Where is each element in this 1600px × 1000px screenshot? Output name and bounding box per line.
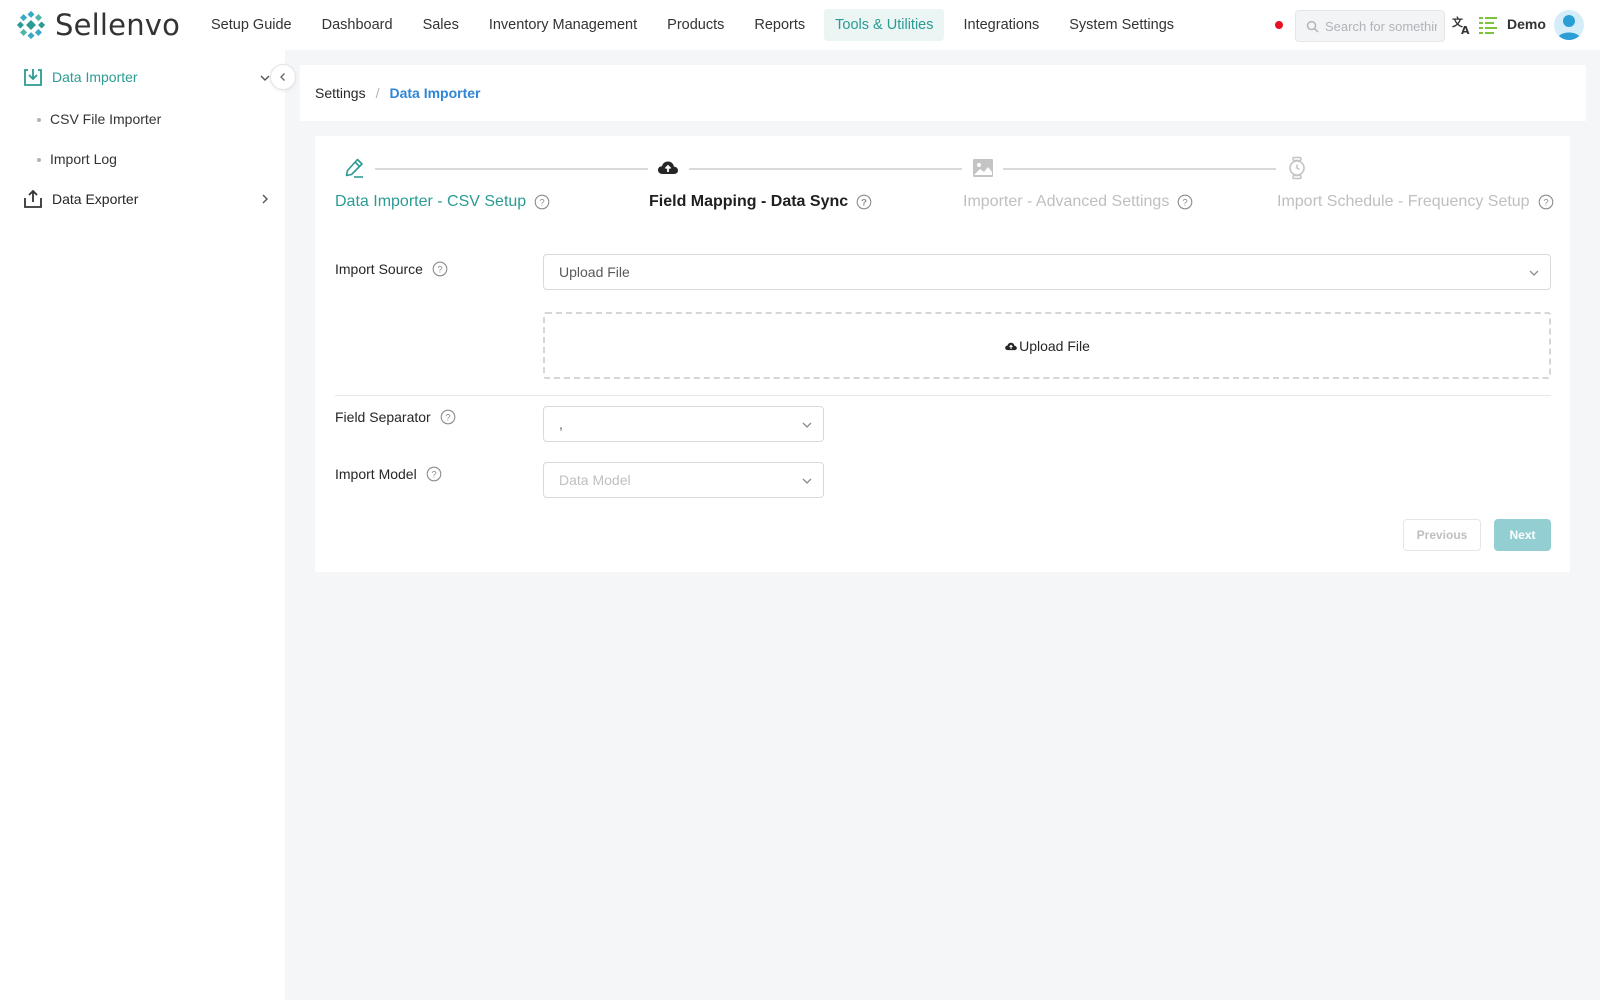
nav-sales[interactable]: Sales <box>412 9 470 41</box>
bullet-dot <box>37 158 41 162</box>
top-bar: Sellenvo Setup Guide Dashboard Sales Inv… <box>0 0 1600 50</box>
help-icon[interactable]: ? <box>856 194 872 210</box>
logo-icon <box>16 10 46 40</box>
field-separator-select[interactable]: , <box>543 406 824 442</box>
notification-dot <box>1275 21 1283 29</box>
svg-text:?: ? <box>861 198 867 209</box>
help-icon[interactable]: ? <box>440 409 456 425</box>
sidebar-group-data-exporter[interactable]: Data Exporter <box>0 179 285 219</box>
step-1-title[interactable]: Data Importer - CSV Setup ? <box>335 193 550 211</box>
sidebar-item-csv-file-importer[interactable]: CSV File Importer <box>0 101 285 137</box>
form-label-text: Field Separator <box>335 409 431 425</box>
step-title-text: Import Schedule - Frequency Setup <box>1277 193 1530 210</box>
nav-system-settings[interactable]: System Settings <box>1058 9 1185 41</box>
global-search[interactable] <box>1295 10 1445 42</box>
svg-text:?: ? <box>1183 198 1188 209</box>
form-label-text: Import Model <box>335 466 417 482</box>
list-view-icon[interactable] <box>1477 14 1499 36</box>
nav-inventory-management[interactable]: Inventory Management <box>478 9 648 41</box>
collapse-sidebar-button[interactable] <box>270 64 296 90</box>
import-model-select[interactable]: Data Model <box>543 462 824 498</box>
brand-logo[interactable]: Sellenvo <box>13 6 180 44</box>
nav-setup-guide[interactable]: Setup Guide <box>200 9 303 41</box>
avatar[interactable] <box>1554 10 1584 40</box>
step-title-text: Importer - Advanced Settings <box>963 193 1170 210</box>
main-nav: Setup Guide Dashboard Sales Inventory Ma… <box>200 9 1193 41</box>
previous-button[interactable]: Previous <box>1403 519 1481 551</box>
svg-text:?: ? <box>1543 198 1548 209</box>
chevron-left-icon <box>280 73 285 81</box>
brand-name: Sellenvo <box>55 8 181 42</box>
importer-card: Data Importer - CSV Setup ? Field Mappin… <box>315 136 1570 572</box>
search-icon <box>1306 20 1319 32</box>
chevron-down-icon <box>802 478 812 484</box>
sidebar-group-data-importer[interactable]: Data Importer <box>0 57 285 97</box>
step-3-title[interactable]: Importer - Advanced Settings ? <box>963 193 1193 211</box>
select-placeholder: Data Model <box>559 472 631 488</box>
chevron-right-icon <box>262 194 268 204</box>
nav-tools-utilities[interactable]: Tools & Utilities <box>824 9 945 41</box>
search-input[interactable] <box>1325 18 1437 34</box>
nav-reports[interactable]: Reports <box>743 9 816 41</box>
sidebar-item-label: CSV File Importer <box>50 111 162 127</box>
step-title-text: Data Importer - CSV Setup <box>335 193 527 210</box>
upload-file-label: Upload File <box>1019 337 1090 354</box>
translate-icon[interactable]: 文 A <box>1451 14 1473 36</box>
select-value: , <box>559 416 563 432</box>
chevron-down-icon <box>802 422 812 428</box>
svg-text:A: A <box>1461 24 1470 36</box>
chevron-down-icon <box>1529 270 1539 276</box>
breadcrumb-separator: / <box>375 85 380 101</box>
help-icon[interactable]: ? <box>432 261 448 277</box>
svg-text:?: ? <box>540 198 545 209</box>
sidebar-item-label: Import Log <box>50 151 117 167</box>
breadcrumb-settings[interactable]: Settings <box>315 85 366 101</box>
import-model-label: Import Model ? <box>335 466 442 482</box>
bullet-dot <box>37 118 41 122</box>
sidebar: Data Importer CSV File Importer Import L… <box>0 50 285 1000</box>
help-icon[interactable]: ? <box>426 466 442 482</box>
cloud-upload-icon <box>658 161 678 174</box>
select-value: Upload File <box>559 264 630 280</box>
step-connector <box>689 168 962 170</box>
form-divider <box>335 395 1551 396</box>
upload-tray-icon <box>24 189 42 208</box>
download-tray-icon <box>24 69 42 86</box>
watch-icon <box>1289 156 1305 180</box>
step-title-text: Field Mapping - Data Sync <box>649 193 849 210</box>
field-separator-label: Field Separator ? <box>335 409 456 425</box>
user-name[interactable]: Demo <box>1507 16 1546 32</box>
step-connector <box>375 168 648 170</box>
sidebar-group-label: Data Importer <box>52 69 138 85</box>
svg-text:?: ? <box>445 413 450 424</box>
import-source-label: Import Source ? <box>335 261 448 277</box>
form-label-text: Import Source <box>335 261 423 277</box>
pen-icon <box>345 158 363 178</box>
import-source-select[interactable]: Upload File <box>543 254 1551 290</box>
sidebar-group-label: Data Exporter <box>52 191 139 207</box>
breadcrumb: Settings / Data Importer <box>300 65 1586 121</box>
step-connector <box>1003 168 1276 170</box>
help-icon[interactable]: ? <box>1177 194 1193 210</box>
user-avatar-icon <box>1557 15 1581 40</box>
step-4-title[interactable]: Import Schedule - Frequency Setup ? <box>1277 193 1554 211</box>
cloud-upload-icon <box>1005 342 1017 350</box>
nav-products[interactable]: Products <box>656 9 735 41</box>
svg-text:?: ? <box>431 470 436 481</box>
help-icon[interactable]: ? <box>534 194 550 210</box>
nav-dashboard[interactable]: Dashboard <box>311 9 404 41</box>
image-icon <box>973 159 993 177</box>
next-button[interactable]: Next <box>1494 519 1551 551</box>
help-icon[interactable]: ? <box>1538 194 1554 210</box>
sidebar-item-import-log[interactable]: Import Log <box>0 141 285 177</box>
svg-text:?: ? <box>437 265 442 276</box>
breadcrumb-current: Data Importer <box>389 85 481 101</box>
step-2-title[interactable]: Field Mapping - Data Sync ? <box>649 193 872 211</box>
nav-integrations[interactable]: Integrations <box>952 9 1050 41</box>
upload-file-dropzone[interactable]: Upload File <box>543 312 1551 379</box>
